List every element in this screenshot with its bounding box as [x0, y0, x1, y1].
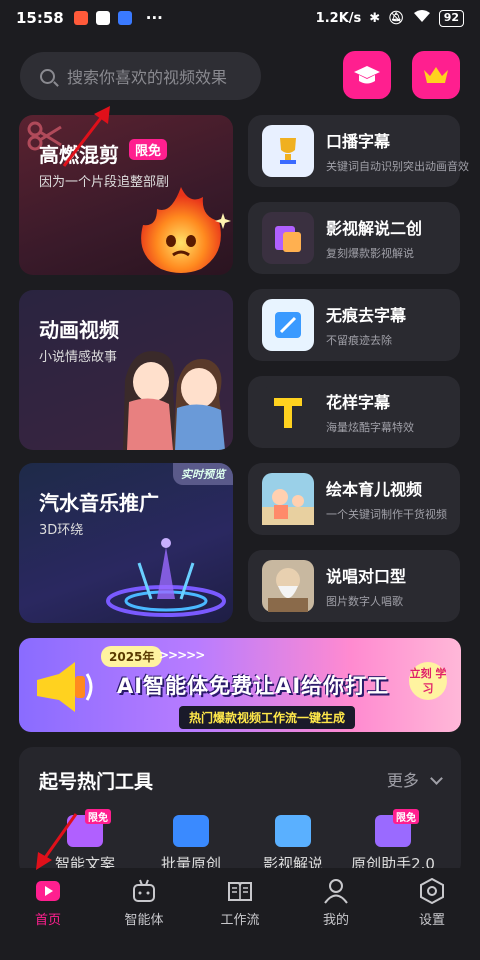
- card-title: 汽水音乐推广: [39, 491, 159, 515]
- settings-hexagon-icon: [419, 877, 445, 905]
- hot-tool-original-assistant[interactable]: 限免 原创助手2.0: [345, 809, 441, 874]
- banner-arrows: >>>>>: [159, 648, 205, 662]
- megaphone-icon: [37, 662, 93, 712]
- picture-book-thumbnail: [262, 473, 314, 525]
- more-notifications-icon: ···: [145, 9, 163, 27]
- feature-card-animation[interactable]: 动画视频 小说情感故事: [19, 290, 233, 450]
- tool-card-title: 花样字幕: [326, 393, 391, 412]
- nav-label: 我的: [322, 913, 349, 928]
- net-speed: 1.2K/s: [315, 10, 362, 26]
- search-input[interactable]: 搜索你喜欢的视频效果: [20, 52, 261, 100]
- hot-tools-section: 起号热门工具 更多 限免 智能文案 批量原创 影视解说 限免 原创助手2.0: [19, 747, 461, 877]
- tool-card-subtitle: 复刻爆款影视解说: [326, 247, 414, 260]
- crown-icon: [424, 67, 448, 83]
- more-link[interactable]: 更多: [386, 767, 443, 791]
- course-button[interactable]: [343, 51, 391, 99]
- nav-home[interactable]: 首页: [0, 878, 96, 960]
- nav-label: 智能体: [124, 913, 164, 928]
- scissors-film-icon: [275, 815, 311, 847]
- tool-card-title: 口播字幕: [326, 132, 391, 151]
- graduation-cap-icon: [354, 66, 380, 84]
- nav-label: 设置: [418, 913, 445, 928]
- tool-card-remove-subtitles[interactable]: 无痕去字幕 不留痕迹去除: [248, 289, 460, 361]
- live-preview-badge: 实时预览: [173, 463, 233, 485]
- free-badge: 限免: [85, 809, 111, 824]
- annotation-arrow: [36, 813, 78, 870]
- nav-agent[interactable]: 智能体: [96, 878, 192, 960]
- fancy-text-icon: [262, 386, 314, 438]
- feature-card-music-promo[interactable]: 实时预览 汽水音乐推广 3D环绕: [19, 463, 233, 623]
- chevron-down-icon: [430, 772, 443, 785]
- card-subtitle: 小说情感故事: [39, 350, 118, 365]
- banner-year-tag: 2025年: [101, 646, 163, 667]
- free-badge: 限免: [393, 809, 419, 824]
- tool-card-film-commentary[interactable]: 影视解说二创 复刻爆款影视解说: [248, 202, 460, 274]
- nav-workflow[interactable]: 工作流: [192, 878, 288, 960]
- tool-card-picture-book[interactable]: 绘本育儿视频 一个关键词制作干货视频: [248, 463, 460, 535]
- tool-card-rap-lipsync[interactable]: 说唱对口型 图片数字人唱歌: [248, 550, 460, 622]
- battery-indicator: 92: [438, 9, 464, 27]
- banner-headline: AI智能体免费让AI给你打工: [117, 674, 390, 698]
- remove-subtitle-icon: [262, 299, 314, 351]
- tool-card-subtitle: 关键词自动识别突出动画音效: [326, 160, 469, 173]
- annotation-arrow: [62, 106, 110, 167]
- card-subtitle: 3D环绕: [39, 523, 84, 538]
- tool-card-subtitle: 图片数字人唱歌: [326, 595, 403, 608]
- tool-card-subtitle: 不留痕迹去除: [326, 334, 392, 347]
- notification-app-icon: [117, 11, 132, 25]
- learn-now-stamp[interactable]: 立刻 学习: [409, 662, 447, 700]
- tool-card-title: 无痕去字幕: [326, 306, 407, 325]
- notification-app-icon: [95, 11, 110, 25]
- tool-card-oral-subtitles[interactable]: 口播字幕 关键词自动识别突出动画音效: [248, 115, 469, 187]
- nav-label: 工作流: [220, 913, 260, 928]
- tool-card-title: 绘本育儿视频: [326, 480, 423, 499]
- robot-icon: [131, 878, 157, 904]
- mute-icon: 🔕︎: [388, 10, 405, 26]
- nav-settings[interactable]: 设置: [384, 877, 480, 960]
- home-play-icon: [35, 878, 61, 904]
- ai-agent-promo-banner[interactable]: 2025年 >>>>> AI智能体免费让AI给你打工 热门爆款视频工作流一键生成…: [19, 638, 461, 732]
- bluetooth-icon: ✱: [369, 10, 381, 26]
- banner-subline: 热门爆款视频工作流一键生成: [179, 706, 356, 729]
- hot-tool-film-commentary[interactable]: 影视解说: [245, 815, 341, 874]
- nav-label: 首页: [34, 913, 61, 928]
- book-icon: [227, 878, 253, 904]
- user-icon: [323, 878, 349, 904]
- anime-couple-image: [123, 351, 225, 450]
- section-title: 起号热门工具: [39, 771, 154, 793]
- card-title: 动画视频: [39, 318, 119, 342]
- tool-card-subtitle: 一个关键词制作干货视频: [326, 508, 447, 521]
- tool-card-title: 说唱对口型: [326, 567, 407, 586]
- free-badge: 限免: [129, 139, 168, 160]
- fire-mascot-image: [141, 187, 231, 273]
- bottom-navigation: 首页 智能体 工作流 我的 设置: [0, 868, 480, 960]
- batch-video-icon: [173, 815, 209, 847]
- status-bar: 15:58 ··· 1.2K/s ✱ 🔕︎ 92: [0, 0, 480, 36]
- nav-profile[interactable]: 我的: [288, 878, 384, 960]
- tool-card-fancy-subtitles[interactable]: 花样字幕 海量炫酷字幕特效: [248, 376, 460, 448]
- tool-card-subtitle: 海量炫酷字幕特效: [326, 421, 414, 434]
- rap-portrait-thumbnail: [262, 560, 314, 612]
- film-commentary-icon: [262, 212, 314, 264]
- feature-card-mix-edit[interactable]: 高燃混剪 限免 因为一个片段追整部剧: [19, 115, 233, 275]
- wifi-icon: [413, 9, 431, 27]
- notification-app-icon: [73, 11, 88, 25]
- vip-button[interactable]: [412, 51, 460, 99]
- hot-tool-batch-original[interactable]: 批量原创: [143, 815, 239, 874]
- original-assistant-icon: 限免: [375, 809, 419, 847]
- 3d-sound-stage-image: [106, 538, 226, 617]
- search-placeholder: 搜索你喜欢的视频效果: [67, 68, 228, 87]
- more-label: 更多: [386, 771, 419, 790]
- trophy-icon: [262, 125, 314, 177]
- tool-card-title: 影视解说二创: [326, 219, 423, 238]
- status-time: 15:58: [16, 9, 64, 27]
- search-icon: [40, 68, 55, 84]
